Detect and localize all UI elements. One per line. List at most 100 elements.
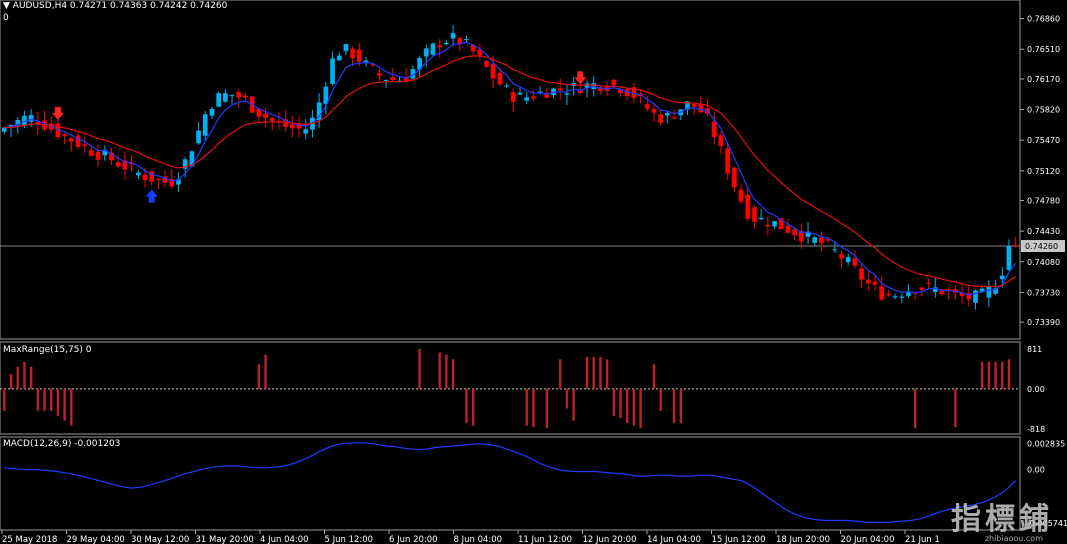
- time-axis-tick-label: 4 Jun 04:00: [260, 535, 309, 544]
- candle-body: [872, 281, 878, 285]
- candle-body: [497, 72, 503, 85]
- maxrange-bar: [525, 388, 528, 426]
- candle-body: [216, 93, 222, 107]
- time-axis-tick-label: 5 Jun 12:00: [325, 535, 374, 544]
- time-axis-tick-label: 14 Jun 04:00: [647, 535, 701, 544]
- candle-body: [644, 103, 650, 109]
- maxrange-bar: [43, 388, 46, 411]
- candle-body: [611, 79, 617, 86]
- candle-body: [383, 80, 389, 82]
- candle-body: [698, 103, 704, 113]
- maxrange-bar: [445, 354, 448, 389]
- candle-body: [832, 249, 838, 251]
- ma-slow-line: [4, 55, 1017, 288]
- candle-body: [557, 88, 563, 91]
- price-axis-tick-label: 0.76510: [1027, 45, 1060, 54]
- candle-body: [68, 138, 74, 142]
- maxrange-bar: [451, 359, 455, 389]
- maxrange-bar: [29, 366, 33, 389]
- candle-body: [765, 224, 771, 227]
- maxrange-bar: [632, 388, 636, 426]
- price-axis-tick-label: 0.73390: [1027, 318, 1060, 327]
- time-axis-tick-label: 30 May 12:00: [131, 535, 189, 544]
- time-axis-tick-label: 11 Jun 12:00: [518, 535, 572, 544]
- candle-body: [464, 38, 469, 40]
- macd-axis-tick-label: 0.002835: [1027, 439, 1065, 448]
- maxrange-bar: [264, 354, 267, 389]
- candle-body: [269, 117, 275, 121]
- candle-body: [865, 279, 871, 284]
- candle-body: [852, 258, 858, 266]
- price-axis-tick-label: 0.74430: [1027, 227, 1060, 236]
- trading-chart[interactable]: 0.76860 0.76510 0.76170 0.75820 0.75470 0.751…: [0, 0, 1067, 544]
- candle-body: [450, 33, 456, 39]
- candle-body: [651, 108, 657, 113]
- candle-body: [899, 296, 905, 298]
- maxrange-bar: [532, 388, 535, 428]
- time-axis-tick-label: 25 May 2018: [2, 535, 57, 544]
- maxrange-axis-tick-label: 811: [1027, 345, 1042, 354]
- maxrange-bar: [63, 388, 66, 421]
- candle-body: [839, 254, 844, 259]
- candle-body: [845, 257, 851, 263]
- maxrange-bar: [639, 388, 642, 429]
- time-axis-tick-label: 8 Jun 04:00: [454, 535, 503, 544]
- maxrange-bar: [672, 388, 676, 424]
- candle-body: [95, 151, 101, 160]
- maxrange-bar: [50, 388, 53, 411]
- maxrange-bar: [592, 356, 595, 389]
- candle-body: [156, 179, 161, 181]
- candle-body: [517, 92, 523, 95]
- candle-body: [819, 237, 824, 244]
- maxrange-bar: [465, 388, 468, 424]
- maxrange-bar: [418, 349, 421, 389]
- current-price-label: 0.74260: [1025, 242, 1058, 251]
- maxrange-bar: [913, 388, 917, 429]
- maxrange-bar: [605, 359, 609, 389]
- candle-body: [785, 225, 791, 233]
- candle-body: [886, 293, 891, 296]
- maxrange-bar: [572, 388, 575, 421]
- candle-body: [859, 268, 864, 280]
- price-axis-tick-label: 0.75470: [1027, 136, 1060, 145]
- time-axis-tick-label: 15 Jun 12:00: [712, 535, 766, 544]
- candle-body: [289, 124, 295, 129]
- macd-line: [4, 442, 1017, 523]
- maxrange-bar: [36, 388, 40, 411]
- maxrange-bar: [9, 374, 13, 389]
- maxrange-bar: [652, 364, 656, 389]
- maxrange-axis-tick-label: -818: [1027, 425, 1045, 434]
- price-axis-tick-label: 0.74780: [1027, 197, 1060, 206]
- candle-body: [752, 207, 757, 222]
- maxrange-bar: [954, 388, 957, 428]
- candle-body: [263, 113, 268, 118]
- candle-body: [223, 93, 228, 102]
- candle-body: [390, 77, 396, 81]
- candle-body: [758, 217, 764, 220]
- candle-body: [236, 92, 242, 98]
- pane-frame-1: [0, 341, 1021, 435]
- maxrange-bar: [1007, 359, 1011, 389]
- maxrange-bar: [257, 364, 261, 389]
- collapse-triangle-icon[interactable]: ▼: [3, 1, 10, 11]
- macd-axis-tick-label: 0.00: [1027, 466, 1045, 475]
- signal-arrow-up-icon: [145, 189, 158, 203]
- candle-body: [732, 167, 737, 188]
- candle-body: [490, 63, 496, 79]
- maxrange-bar: [16, 366, 19, 389]
- time-axis-tick-label: 6 Jun 20:00: [389, 535, 438, 544]
- maxrange-axis-tick-label: 0.00: [1027, 385, 1045, 394]
- candle-body: [196, 130, 201, 144]
- candle-body: [243, 95, 248, 98]
- chart-header-second-line: 0: [3, 13, 9, 23]
- candle-body: [691, 103, 697, 107]
- candle-body: [671, 117, 677, 119]
- maxrange-bar: [545, 388, 549, 429]
- watermark-url: zhibiaoou.com: [984, 534, 1043, 543]
- maxrange-bar: [438, 352, 441, 389]
- candle-body: [142, 174, 148, 181]
- candle-body: [437, 45, 443, 48]
- time-axis-tick-label: 20 Jun 04:00: [841, 535, 895, 544]
- candle-body: [28, 114, 34, 122]
- candle-body: [377, 73, 382, 76]
